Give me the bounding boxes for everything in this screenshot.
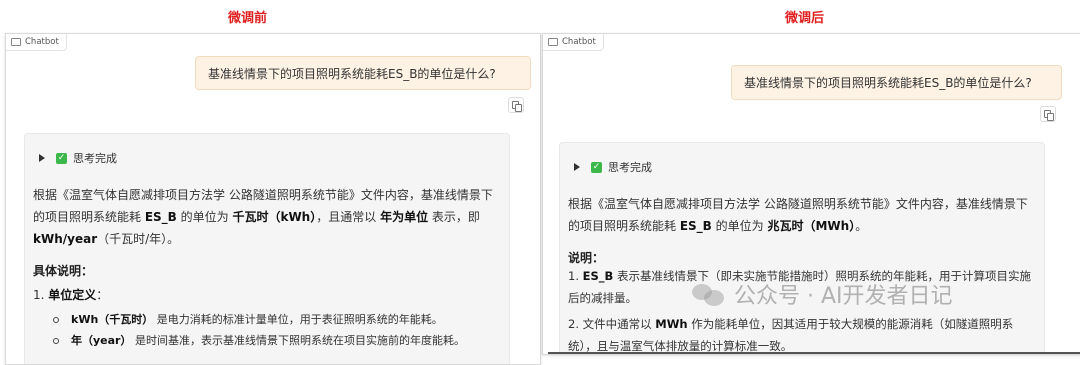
thinking-toggle[interactable]: ✓ 思考完成 (39, 150, 117, 166)
user-message-text: 基准线情景下的项目照明系统能耗ES_B的单位是什么? (744, 76, 1032, 90)
checkmark-icon: ✓ (591, 161, 602, 173)
label-before: 微调前 (228, 11, 268, 26)
wechat-logo-icon (690, 280, 726, 308)
label-after: 微调后 (785, 11, 825, 26)
user-message: 基准线情景下的项目照明系统能耗ES_B的单位是什么? (731, 65, 1062, 100)
thinking-status: 思考完成 (73, 152, 117, 165)
answer-paragraph: 根据《温室气体自愿减排项目方法学 公路隧道照明系统节能》文件内容，基准线情景下的… (568, 197, 1028, 233)
thinking-status: 思考完成 (608, 161, 652, 174)
list-item-2: 2. 文件中通常以 MWh 作为能耗单位，因其适用于较大规模的能源消耗（如隧道照… (568, 317, 1014, 353)
watermark: 公众号 · AI开发者日记 (690, 278, 953, 310)
expand-triangle-icon (39, 154, 45, 162)
chat-icon (548, 38, 558, 46)
section-heading: 具体说明： (33, 264, 94, 278)
watermark-text: 公众号 · AI开发者日记 (734, 284, 953, 309)
copy-button[interactable] (508, 97, 524, 113)
chatbot-label: Chatbot (543, 34, 604, 51)
sub-item-1: kWh（千瓦时） 是电力消耗的标准计量单位，用于表征照明系统的年能耗。 (53, 309, 443, 331)
bot-message: ✓ 思考完成 根据《温室气体自愿减排项目方法学 公路隧道照明系统节能》文件内容，… (559, 142, 1045, 354)
bullet-icon (53, 338, 59, 344)
divider (548, 352, 1080, 354)
user-message-text: 基准线情景下的项目照明系统能耗ES_B的单位是什么? (208, 66, 496, 81)
user-message: 基准线情景下的项目照明系统能耗ES_B的单位是什么? (195, 56, 531, 90)
list-item-1: 1. 单位定义： (33, 288, 109, 302)
answer-paragraph: 根据《温室气体自愿减排项目方法学 公路隧道照明系统节能》文件内容，基准线情景下的… (33, 188, 493, 246)
chatbot-label-text: Chatbot (25, 37, 59, 47)
copy-button[interactable] (1040, 106, 1056, 122)
expand-triangle-icon (574, 163, 580, 171)
thinking-toggle[interactable]: ✓ 思考完成 (574, 159, 652, 175)
section-heading: 说明： (568, 251, 605, 265)
chatbot-label-text: Chatbot (562, 37, 596, 47)
chat-panel-before: Chatbot 基准线情景下的项目照明系统能耗ES_B的单位是什么? ✓ 思考完… (5, 33, 541, 365)
sub-item-2: 年（year） 是时间基准，表示基准线情景下照明系统在项目实施前的年度能耗。 (53, 330, 465, 352)
chatbot-label: Chatbot (6, 34, 67, 51)
chat-icon (11, 38, 21, 46)
bot-message: ✓ 思考完成 根据《温室气体自愿减排项目方法学 公路隧道照明系统节能》文件内容，… (24, 133, 510, 364)
bullet-icon (53, 317, 59, 323)
checkmark-icon: ✓ (56, 152, 67, 164)
